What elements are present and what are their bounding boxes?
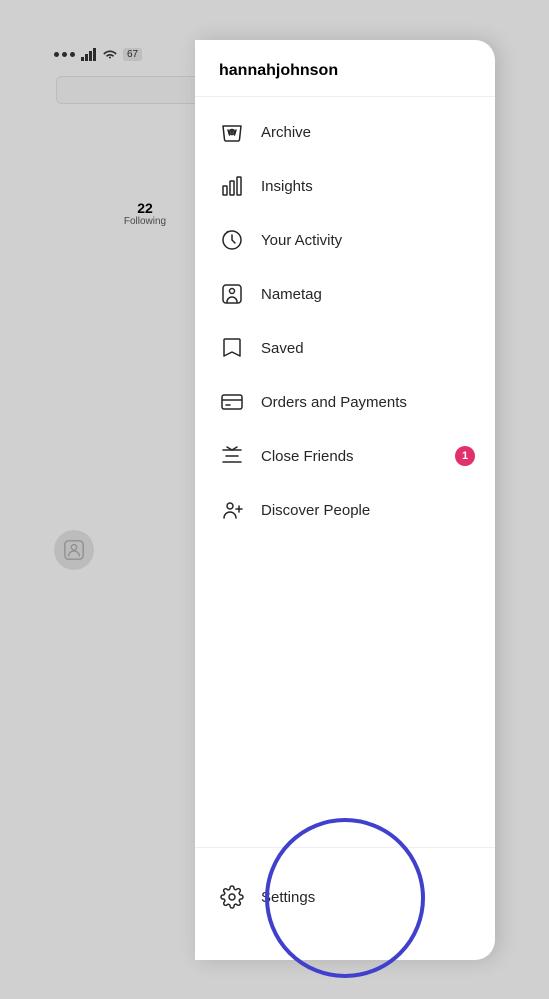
archive-icon [219,119,245,145]
close-friends-icon [219,443,245,469]
menu-item-settings[interactable]: Settings [195,864,495,930]
your-activity-label: Your Activity [261,232,342,249]
card-icon [219,389,245,415]
menu-item-insights[interactable]: Insights [195,159,495,213]
insights-label: Insights [261,178,313,195]
close-friends-label: Close Friends [261,448,354,465]
nametag-icon [219,281,245,307]
menu-item-your-activity[interactable]: Your Activity [195,213,495,267]
orders-payments-label: Orders and Payments [261,394,407,411]
drawer-menu: Archive Insights Your Acti [195,97,495,847]
menu-item-discover-people[interactable]: Discover People [195,483,495,537]
menu-item-saved[interactable]: Saved [195,321,495,375]
discover-icon [219,497,245,523]
menu-item-nametag[interactable]: Nametag [195,267,495,321]
menu-item-orders-payments[interactable]: Orders and Payments [195,375,495,429]
settings-label: Settings [261,889,315,906]
discover-people-label: Discover People [261,502,370,519]
archive-label: Archive [261,124,311,141]
nametag-label: Nametag [261,286,322,303]
drawer-footer: Settings [195,847,495,960]
activity-icon [219,227,245,253]
side-drawer: hannahjohnson Archive [195,40,495,960]
overlay-dim [40,40,195,960]
gear-icon [219,884,245,910]
saved-label: Saved [261,340,304,357]
menu-item-close-friends[interactable]: Close Friends 1 [195,429,495,483]
close-friends-badge: 1 [455,446,475,466]
saved-icon [219,335,245,361]
insights-icon [219,173,245,199]
menu-item-archive[interactable]: Archive [195,105,495,159]
drawer-username: hannahjohnson [195,40,495,97]
